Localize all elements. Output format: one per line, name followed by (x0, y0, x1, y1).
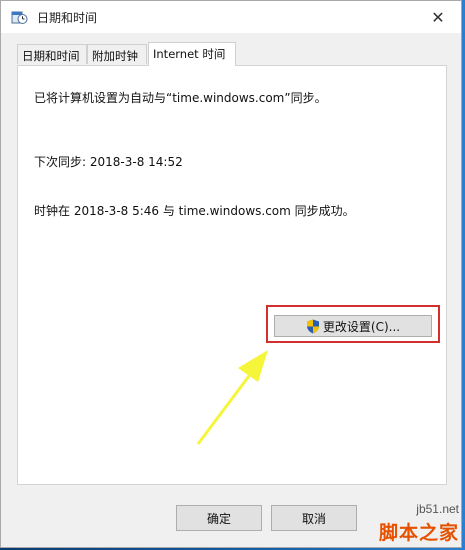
tab-date-and-time[interactable]: 日期和时间 (17, 44, 87, 64)
change-settings-button[interactable]: 更改设置(C)... (274, 315, 432, 337)
change-settings-label: 更改设置(C)... (322, 319, 401, 334)
date-time-app-icon (11, 11, 28, 24)
window-title: 日期和时间 (37, 11, 98, 25)
last-sync-status: 时钟在 2018-3-8 5:46 与 time.windows.com 同步成… (34, 204, 355, 218)
uac-shield-icon (306, 319, 319, 333)
close-icon: ✕ (431, 7, 445, 27)
date-time-dialog: 日期和时间 ✕ 日期和时间 附加时钟 Internet 时间 已将计算机设置为自… (0, 0, 462, 548)
close-button[interactable]: ✕ (415, 1, 461, 33)
tab-internet-time[interactable]: Internet 时间 (148, 42, 236, 66)
internet-time-panel: 已将计算机设置为自动与“time.windows.com”同步。 下次同步: 2… (17, 65, 447, 485)
title-bar: 日期和时间 ✕ (1, 1, 461, 33)
sync-description: 已将计算机设置为自动与“time.windows.com”同步。 (34, 91, 327, 105)
cancel-button[interactable]: 取消 (271, 505, 357, 531)
tab-additional-clocks[interactable]: 附加时钟 (87, 44, 147, 64)
ok-button[interactable]: 确定 (176, 505, 262, 531)
next-sync-time: 下次同步: 2018-3-8 14:52 (34, 155, 183, 169)
